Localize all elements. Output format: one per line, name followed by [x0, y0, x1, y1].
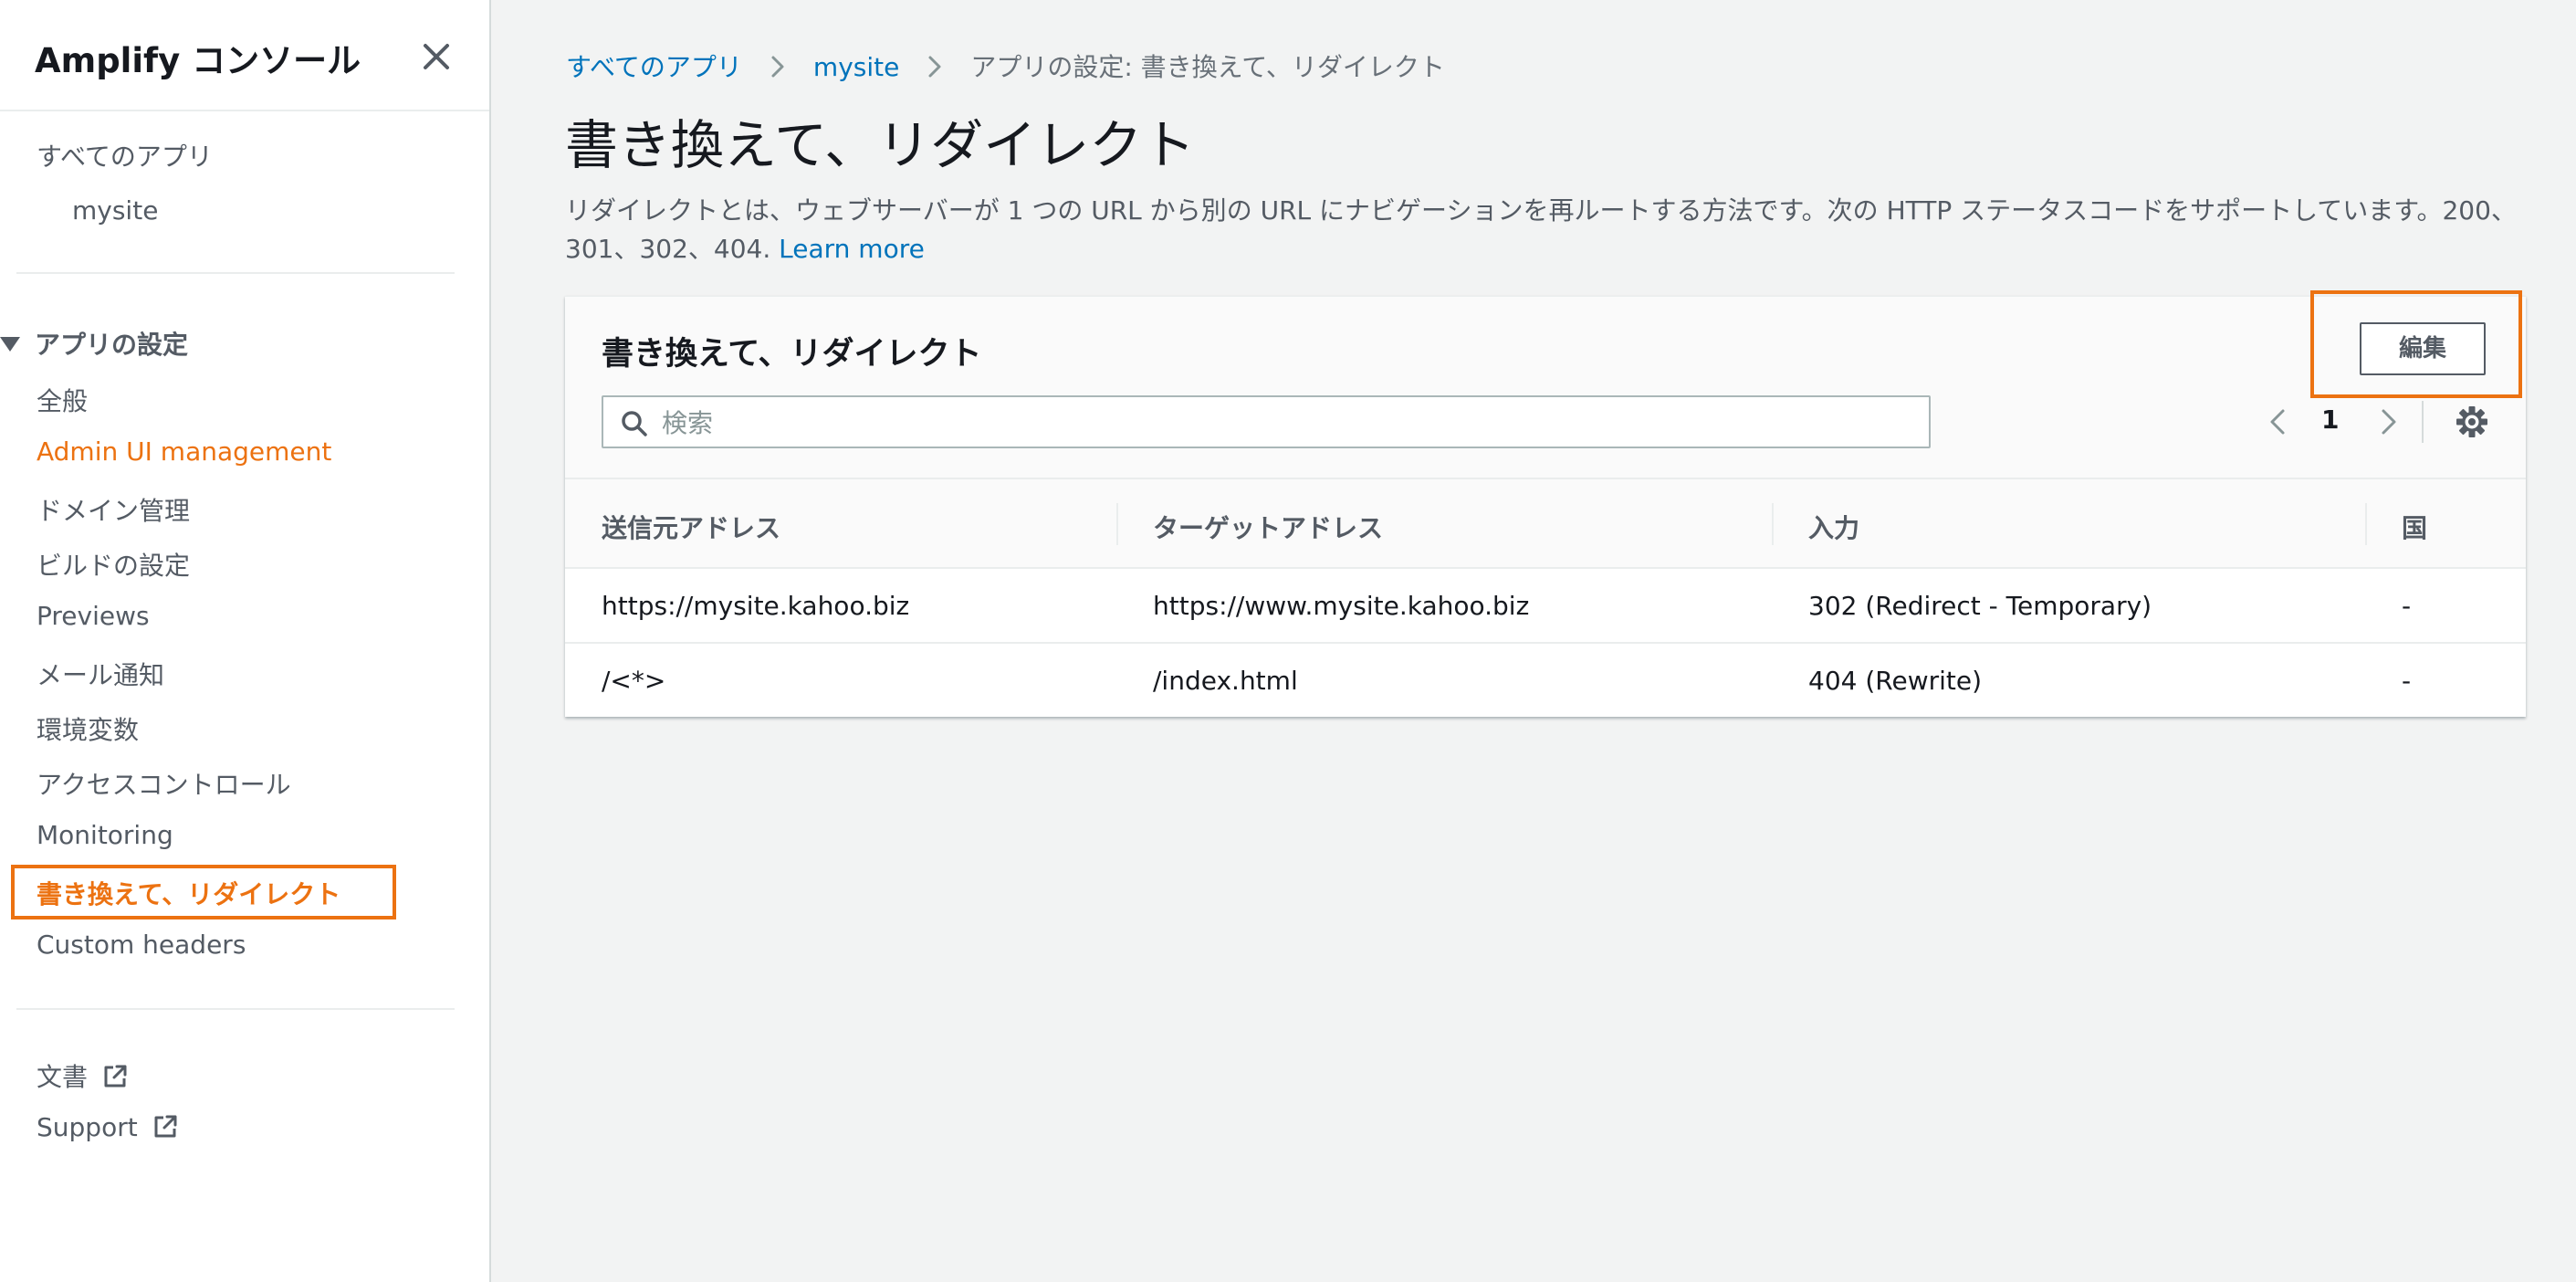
cell-target: /index.html — [1153, 666, 1298, 696]
chevron-right-icon[interactable] — [2372, 406, 2403, 437]
cell-country: - — [2402, 666, 2412, 696]
close-icon[interactable] — [416, 37, 456, 77]
cell-type: 302 (Redirect - Temporary) — [1808, 591, 2152, 621]
sidebar-section-label: アプリの設定 — [35, 330, 189, 360]
sidebar-item-custom-headers[interactable]: Custom headers — [37, 930, 246, 960]
search-input[interactable] — [660, 401, 1914, 445]
sidebar-divider — [16, 1008, 455, 1010]
sidebar-item-monitoring[interactable]: Monitoring — [37, 820, 173, 850]
sidebar-link-support[interactable]: Support — [37, 1112, 180, 1143]
sidebar: Amplify コンソール すべてのアプリ mysite アプリの設定 全般 A… — [0, 0, 491, 1282]
search-field[interactable] — [602, 395, 1931, 448]
external-link-icon — [154, 1115, 177, 1138]
sidebar-link-app[interactable]: mysite — [72, 195, 158, 226]
page-description: リダイレクトとは、ウェブサーバーが 1 つの URL から別の URL にナビゲ… — [565, 192, 2528, 268]
chevron-right-icon — [928, 56, 941, 78]
table-row[interactable]: https://mysite.kahoo.biz https://www.mys… — [565, 569, 2526, 644]
sidebar-item-domain-management[interactable]: ドメイン管理 — [37, 491, 190, 528]
breadcrumb: すべてのアプリ mysite アプリの設定: 書き換えて、リダイレクト — [566, 47, 1445, 84]
sidebar-link-all-apps[interactable]: すべてのアプリ — [37, 137, 213, 173]
sidebar-item-build-settings[interactable]: ビルドの設定 — [37, 546, 190, 583]
table-header-row: 送信元アドレス ターゲットアドレス 入力 国 — [565, 479, 2526, 569]
gear-icon[interactable] — [2455, 405, 2489, 439]
sidebar-link-label: Support — [37, 1112, 138, 1142]
table-row[interactable]: /<*> /index.html 404 (Rewrite) - — [565, 644, 2526, 717]
sidebar-link-label: 文書 — [37, 1062, 89, 1092]
learn-more-link[interactable]: Learn more — [779, 234, 925, 264]
breadcrumb-link-all-apps[interactable]: すべてのアプリ — [566, 52, 742, 82]
sidebar-item-rewrites-redirects[interactable]: 書き換えて、リダイレクト — [37, 875, 340, 911]
card-title: 書き換えて、リダイレクト — [602, 336, 982, 373]
column-header-source[interactable]: 送信元アドレス — [602, 509, 780, 545]
cell-country: - — [2402, 591, 2412, 621]
caret-down-icon — [0, 337, 20, 352]
external-link-icon — [104, 1065, 127, 1088]
breadcrumb-link-app[interactable]: mysite — [813, 52, 899, 82]
breadcrumb-current: アプリの設定: 書き換えて、リダイレクト — [970, 52, 1445, 82]
redirects-card: 書き換えて、リダイレクト 編集 1 — [565, 296, 2526, 717]
pager-divider — [2422, 401, 2424, 443]
cell-type: 404 (Rewrite) — [1808, 666, 1983, 696]
cell-source: /<*> — [602, 666, 666, 696]
sidebar-item-general[interactable]: 全般 — [37, 382, 88, 418]
edit-button[interactable]: 編集 — [2360, 322, 2486, 375]
cell-source: https://mysite.kahoo.biz — [602, 591, 910, 621]
column-header-country[interactable]: 国 — [2402, 509, 2427, 545]
card-header: 書き換えて、リダイレクト 編集 1 — [565, 297, 2526, 479]
page-title: 書き換えて、リダイレクト — [565, 114, 1196, 176]
sidebar-header: Amplify コンソール — [0, 0, 489, 111]
column-header-target[interactable]: ターゲットアドレス — [1153, 509, 1383, 545]
search-icon — [622, 411, 647, 436]
column-divider — [1772, 503, 1774, 545]
sidebar-item-admin-ui[interactable]: Admin UI management — [37, 436, 331, 467]
sidebar-item-access-control[interactable]: アクセスコントロール — [37, 765, 291, 802]
cell-target: https://www.mysite.kahoo.biz — [1153, 591, 1530, 621]
sidebar-title: Amplify コンソール — [35, 41, 361, 80]
chevron-right-icon — [771, 56, 784, 78]
sidebar-divider — [16, 272, 455, 274]
column-divider — [2365, 503, 2367, 545]
sidebar-item-notifications[interactable]: メール通知 — [37, 656, 164, 692]
column-header-type[interactable]: 入力 — [1808, 509, 1859, 545]
chevron-left-icon[interactable] — [2263, 406, 2294, 437]
page-number[interactable]: 1 — [2321, 405, 2339, 435]
column-divider — [1116, 503, 1118, 545]
sidebar-item-env-variables[interactable]: 環境変数 — [37, 710, 139, 747]
sidebar-section-app-settings[interactable]: アプリの設定 — [0, 325, 188, 362]
sidebar-item-previews[interactable]: Previews — [37, 601, 150, 631]
sidebar-link-docs[interactable]: 文書 — [37, 1057, 130, 1094]
